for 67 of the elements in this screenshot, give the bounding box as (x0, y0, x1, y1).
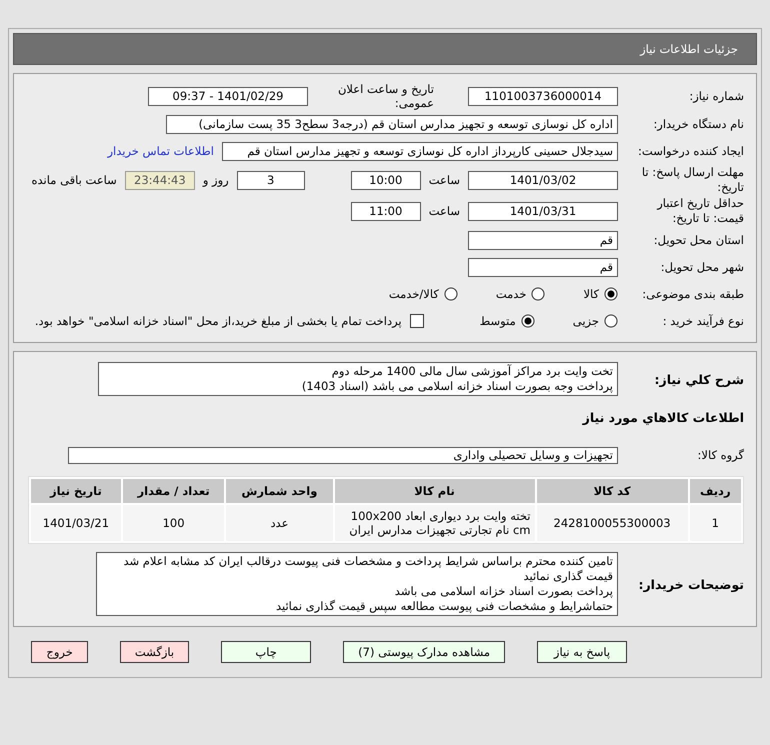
radio-button[interactable] (444, 287, 458, 301)
field-label: شهر محل تحویل: (660, 260, 744, 274)
field-label: تاریخ و ساعت اعلان عمومی: (336, 82, 434, 110)
column-header: تاریخ نیاز (31, 479, 121, 503)
field-label: شماره نیاز: (688, 89, 744, 103)
note-line: حتماشرایط و مشخصات فنی پیوست مطالعه سپس قیمت گذاری نمائید (274, 599, 613, 614)
time-label: ساعت (428, 173, 460, 187)
days-field: 3 (236, 170, 305, 190)
radio-label: کالا (583, 287, 599, 301)
action-button[interactable]: چاپ (221, 641, 312, 663)
field-label: گروه کالا: (696, 448, 744, 462)
remaining-label: ساعت باقی مانده (32, 173, 117, 187)
column-header: واحد شمارش (226, 479, 333, 503)
remaining-time-field: 23:44:43 (124, 170, 195, 190)
column-header: ردیف (690, 479, 741, 503)
field-label: توضیحات خریدار: (637, 576, 744, 592)
buyer-org-field: اداره کل نوسازی توسعه و تجهیز مدارس استان قم (درجه3 سطح3 35 پست سازمانی) (166, 114, 618, 134)
radio-label: متوسط (480, 314, 516, 328)
province-field: قم (468, 230, 618, 250)
table-cell: 1 (690, 505, 741, 541)
action-button[interactable]: پاسخ به نیاز (537, 641, 627, 663)
field-label: نوع فرآیند خرید : (662, 314, 744, 328)
table-cell: تخته وایت برد دیواری ابعاد 100x200 cm نام تجارتی تجهیزات مدارس ایران (334, 505, 535, 541)
description-line: تخت وایت برد مراکز آموزشی سال مالی 1400 مرحله دوم (330, 364, 613, 379)
checkbox[interactable] (410, 314, 424, 328)
treasury-label: پرداخت تمام یا بخشی از مبلغ خرید،از محل "اسناد خزانه اسلامی" خواهد بود. (34, 314, 402, 328)
note-line: پرداخت بصورت اسناد خزانه اسلامی می باشد (394, 584, 613, 599)
goods-group-field: تجهیزات و وسایل تحصیلی واداری (68, 446, 618, 464)
table-cell: 2428100055300003 (536, 505, 688, 541)
deadline-time-field: 10:00 (350, 170, 421, 190)
radio-button[interactable] (531, 287, 546, 301)
column-header: نام کالا (334, 479, 535, 503)
radio-label: خدمت (496, 287, 526, 301)
deadline-date-field: 1401/03/02 (468, 170, 618, 190)
description-line: پرداخت وجه بصورت اسناد خزانه اسلامی می باشد (اسناد 1403) (300, 379, 613, 394)
radio-button[interactable] (604, 287, 618, 301)
section-title: اطلاعات كالاهاي مورد نياز (582, 410, 744, 424)
field-label: ایجاد کننده درخواست: (637, 144, 744, 158)
validity-time-field: 11:00 (350, 202, 421, 220)
field-label: حداقل تاریخ اعتبار قیمت: تا تاریخ: (656, 196, 744, 226)
requester-field: سیدجلال حسینی کارپرداز اداره کل نوسازی توسعه و تجهیز مدارس استان قم (222, 142, 618, 160)
days-label: روز و (202, 173, 229, 187)
note-line: تامین کننده محترم براساس شرایط پرداخت و مشخصات فنی پیوست درقالب ایران کد مشابه اعلام شد قیمت گذاری نمائید (122, 554, 613, 584)
table-cell: عدد (226, 505, 333, 541)
radio-label: کالا/خدمت (388, 287, 439, 301)
radio-button[interactable] (520, 314, 535, 328)
city-field: قم (468, 258, 618, 276)
announce-date-field: 1401/02/29 - 09:37 (148, 86, 308, 106)
column-header: تعداد / مقدار (122, 479, 224, 503)
field-label: نام دستگاه خریدار: (652, 117, 744, 131)
action-button[interactable]: بازگشت (120, 641, 190, 663)
page-title: جزئیات اطلاعات نیاز (640, 42, 738, 56)
validity-date-field: 1401/03/31 (468, 202, 618, 220)
field-label: استان محل تحویل: (652, 233, 744, 247)
table-cell: 100 (122, 505, 224, 541)
contact-link[interactable]: اطلاعات تماس خریدار (107, 144, 214, 158)
field-label: شرح كلي نياز: (654, 372, 744, 386)
column-header: کد کالا (536, 479, 688, 503)
action-button[interactable]: خروج (31, 641, 88, 663)
radio-label: جزیی (572, 314, 599, 328)
field-label: مهلت ارسال پاسخ: تا تاریخ: (640, 165, 744, 195)
time-label: ساعت (428, 204, 460, 218)
action-button[interactable]: مشاهده مدارک پیوستی (7) (343, 641, 505, 663)
radio-button[interactable] (604, 314, 618, 328)
field-label: طبقه بندی موضوعی: (641, 287, 744, 301)
need-number-field: 1101003736000014 (468, 86, 618, 106)
table-cell: 1401/03/21 (31, 505, 121, 541)
